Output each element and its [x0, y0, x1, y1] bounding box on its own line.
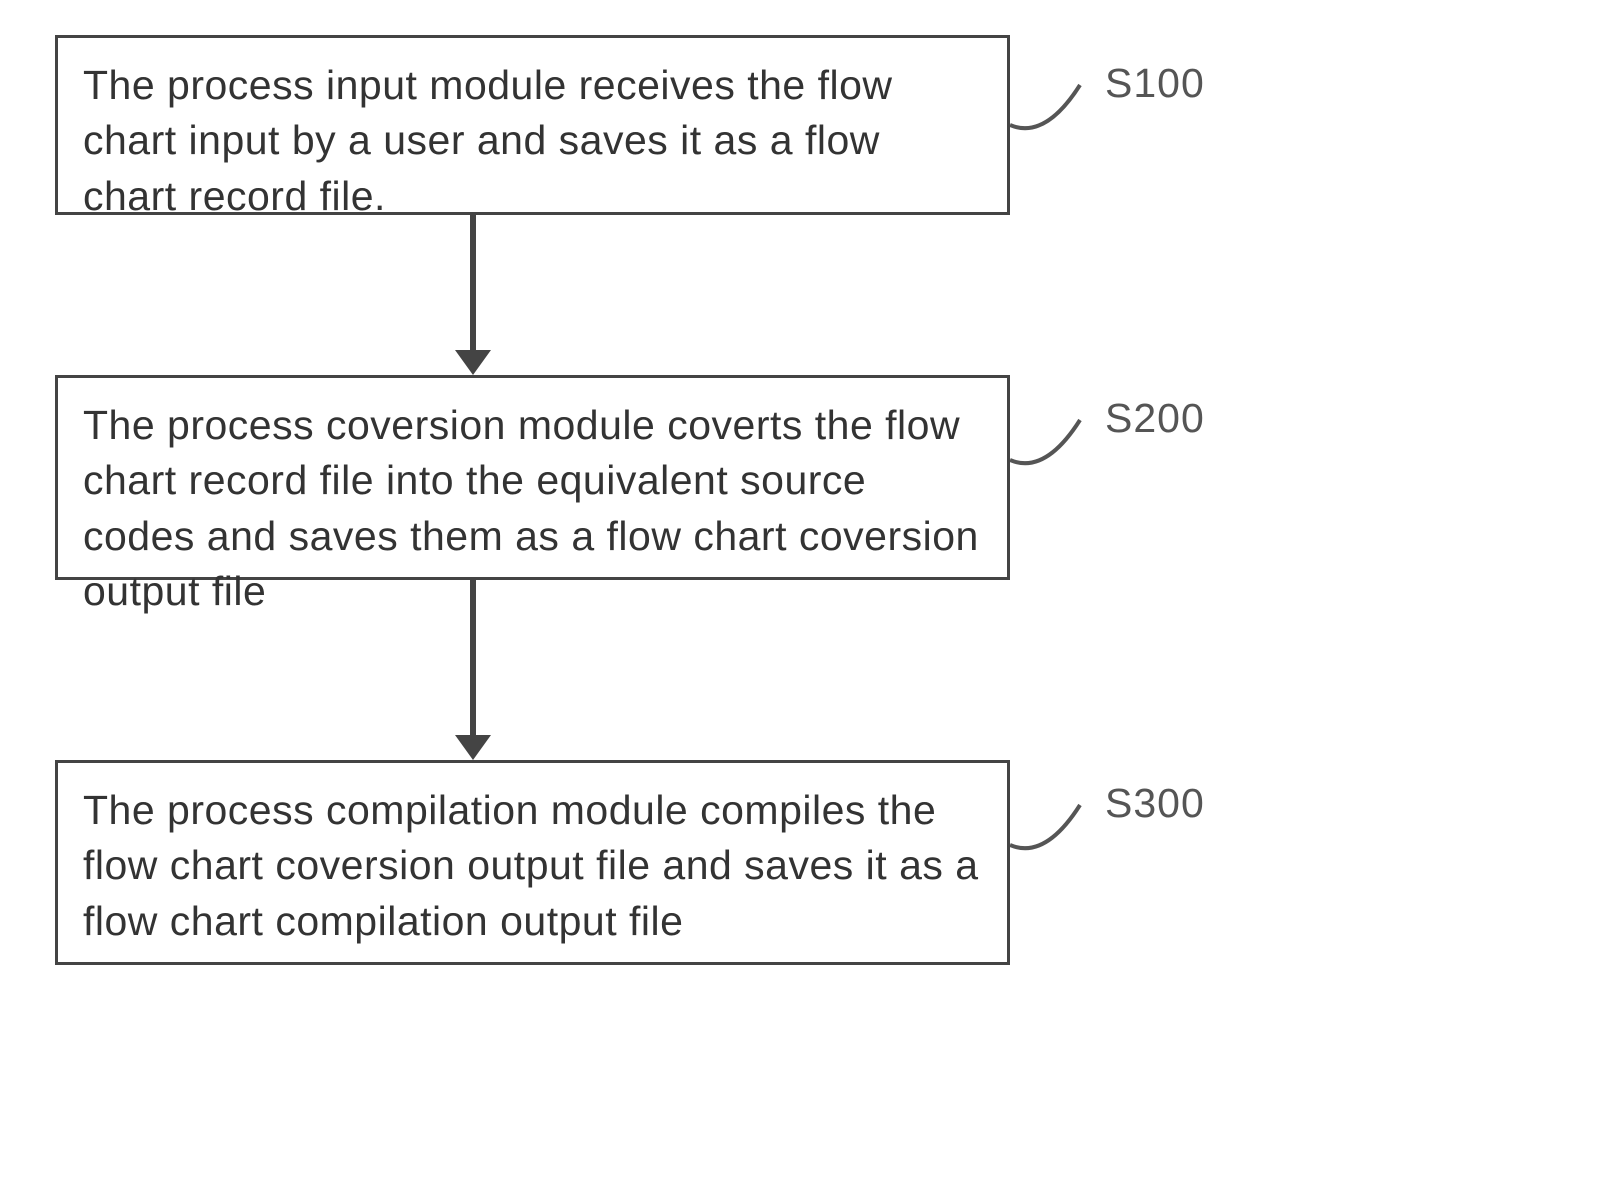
step-label-text: S300 — [1105, 780, 1205, 826]
process-step-text: The process coversion module coverts the… — [83, 402, 979, 614]
step-label-text: S200 — [1105, 395, 1205, 441]
connector-curve-icon — [1010, 415, 1100, 485]
process-step-s100: The process input module receives the fl… — [55, 35, 1010, 215]
process-step-text: The process input module receives the fl… — [83, 62, 893, 219]
step-label-s200: S200 — [1105, 395, 1205, 442]
step-label-s300: S300 — [1105, 780, 1205, 827]
flow-arrow-icon — [470, 580, 476, 735]
step-label-text: S100 — [1105, 60, 1205, 106]
arrow-shaft — [470, 580, 476, 735]
process-step-text: The process compilation module compiles … — [83, 787, 979, 944]
process-step-s300: The process compilation module compiles … — [55, 760, 1010, 965]
process-step-s200: The process coversion module coverts the… — [55, 375, 1010, 580]
arrow-head-icon — [455, 735, 491, 760]
flow-arrow-icon — [470, 215, 476, 350]
flowchart-container: The process input module receives the fl… — [0, 0, 1612, 1186]
step-label-s100: S100 — [1105, 60, 1205, 107]
arrow-head-icon — [455, 350, 491, 375]
arrow-shaft — [470, 215, 476, 350]
connector-curve-icon — [1010, 800, 1100, 870]
connector-curve-icon — [1010, 80, 1100, 150]
